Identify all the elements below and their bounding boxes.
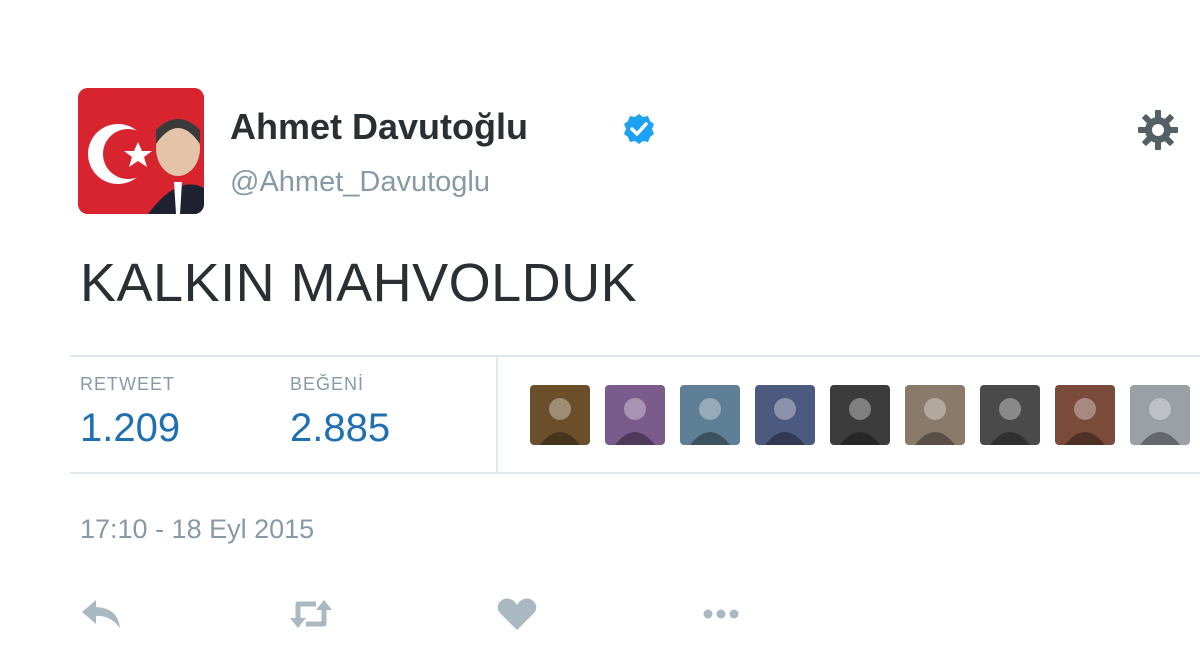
liker-avatar[interactable]: [605, 385, 665, 445]
liker-avatar[interactable]: [1055, 385, 1115, 445]
stats-divider-top: [70, 355, 1200, 357]
gear-icon[interactable]: [1136, 108, 1180, 152]
author-handle[interactable]: @Ahmet_Davutoglu: [230, 166, 490, 199]
reply-button[interactable]: [78, 594, 124, 634]
liker-avatar-image: [530, 385, 590, 445]
liker-avatar[interactable]: [680, 385, 740, 445]
tweet-timestamp[interactable]: 17:10 - 18 Eyl 2015: [80, 514, 314, 545]
liker-avatar-image: [605, 385, 665, 445]
liker-avatar[interactable]: [905, 385, 965, 445]
retweet-count-label: RETWEET: [80, 374, 175, 394]
more-dots-icon: [703, 609, 739, 619]
stats-divider-bottom: [70, 472, 1200, 474]
liker-avatar-image: [905, 385, 965, 445]
author-avatar[interactable]: [78, 88, 204, 214]
retweet-count[interactable]: 1.209: [80, 406, 180, 451]
liker-avatar-image: [1055, 385, 1115, 445]
liker-avatar-image: [830, 385, 890, 445]
liker-avatar[interactable]: [530, 385, 590, 445]
liker-avatar[interactable]: [980, 385, 1040, 445]
heart-icon: [497, 598, 537, 630]
liker-avatar[interactable]: [830, 385, 890, 445]
like-button[interactable]: [494, 594, 540, 634]
liker-avatar[interactable]: [755, 385, 815, 445]
retweet-icon: [290, 600, 332, 628]
avatar-image: [78, 88, 204, 214]
stats-divider-vertical: [496, 355, 498, 472]
verified-badge-icon: [624, 114, 654, 144]
liker-avatar-image: [1130, 385, 1190, 445]
more-button[interactable]: [698, 594, 744, 634]
retweet-button[interactable]: [288, 594, 334, 634]
liker-avatars: [530, 385, 1200, 445]
tweet-card: Ahmet Davutoğlu @Ahmet_Davutoglu KALKIN …: [0, 0, 1200, 658]
liker-avatar-image: [980, 385, 1040, 445]
like-count[interactable]: 2.885: [290, 406, 390, 451]
liker-avatar[interactable]: [1130, 385, 1190, 445]
liker-avatar-image: [680, 385, 740, 445]
like-count-label: BEĞENİ: [290, 374, 365, 394]
tweet-text: KALKIN MAHVOLDUK: [80, 253, 638, 313]
author-display-name[interactable]: Ahmet Davutoğlu: [230, 106, 528, 148]
liker-avatar-image: [755, 385, 815, 445]
reply-icon: [82, 600, 120, 628]
